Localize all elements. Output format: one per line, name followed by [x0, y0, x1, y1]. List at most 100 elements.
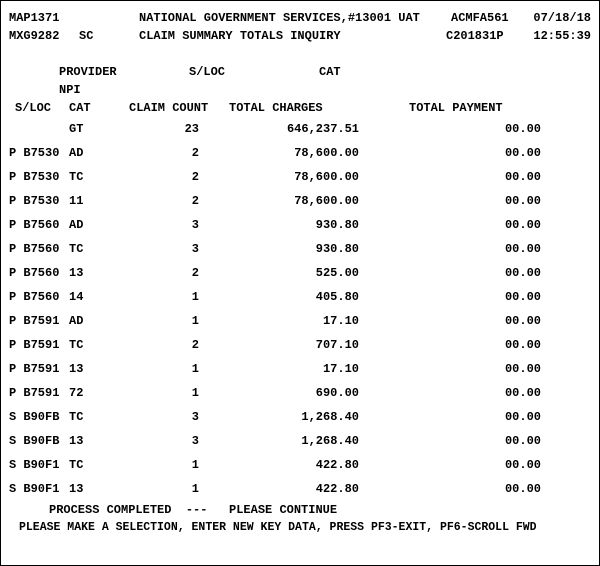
table-row[interactable]: S B90F1TC1422.8000.00 [9, 453, 591, 477]
cell-cat: GT [69, 123, 119, 135]
cell-count: 2 [119, 339, 199, 351]
time-value: 12:55:39 [521, 30, 591, 42]
table-row[interactable]: P B7591AD117.1000.00 [9, 309, 591, 333]
table-row[interactable]: P B7530TC278,600.0000.00 [9, 165, 591, 189]
date-value: 07/18/18 [521, 12, 591, 24]
screen-title: CLAIM SUMMARY TOTALS INQUIRY [139, 30, 446, 42]
table-row[interactable]: P B7560AD3930.8000.00 [9, 213, 591, 237]
cell-payment: 00.00 [359, 243, 591, 255]
cell-sloc: P B7591 [9, 315, 69, 327]
provider-label: PROVIDER [9, 66, 189, 78]
cell-count: 2 [119, 147, 199, 159]
table-row[interactable]: P B759113117.1000.00 [9, 357, 591, 381]
table-row[interactable]: S B90FB1331,268.4000.00 [9, 429, 591, 453]
cell-charges: 17.10 [199, 315, 359, 327]
cell-cat: 13 [69, 435, 119, 447]
col-sloc: S/LOC [9, 102, 69, 114]
cell-payment: 00.00 [359, 171, 591, 183]
screen-id: MAP1371 [9, 12, 139, 24]
cell-count: 1 [119, 363, 199, 375]
header-line-2: MXG9282 SC CLAIM SUMMARY TOTALS INQUIRY … [9, 27, 591, 45]
cell-charges: 930.80 [199, 243, 359, 255]
cell-cat: 14 [69, 291, 119, 303]
cell-cat: TC [69, 411, 119, 423]
table-header: S/LOC CAT CLAIM COUNT TOTAL CHARGES TOTA… [9, 99, 591, 117]
cell-sloc: S B90FB [9, 435, 69, 447]
cell-sloc: S B90F1 [9, 483, 69, 495]
filter-line: PROVIDER S/LOC CAT [9, 63, 591, 81]
table-row[interactable]: GT23646,237.5100.00 [9, 117, 591, 141]
cell-sloc: P B7560 [9, 267, 69, 279]
cell-charges: 1,268.40 [199, 411, 359, 423]
cell-count: 1 [119, 459, 199, 471]
instruction-text: PLEASE MAKE A SELECTION, ENTER NEW KEY D… [19, 522, 537, 534]
cell-charges: 405.80 [199, 291, 359, 303]
cell-charges: 1,268.40 [199, 435, 359, 447]
cell-cat: 13 [69, 363, 119, 375]
table-body: GT23646,237.5100.00P B7530AD278,600.0000… [9, 117, 591, 501]
cell-count: 23 [119, 123, 199, 135]
instruction-line: PLEASE MAKE A SELECTION, ENTER NEW KEY D… [9, 519, 591, 537]
sloc-label: S/LOC [189, 66, 319, 78]
col-total-charges: TOTAL CHARGES [229, 102, 379, 114]
npi-label: NPI [9, 84, 81, 96]
cell-cat: AD [69, 315, 119, 327]
cell-count: 2 [119, 267, 199, 279]
cell-sloc: P B7560 [9, 291, 69, 303]
cell-charges: 930.80 [199, 219, 359, 231]
cell-count: 3 [119, 435, 199, 447]
col-cat: CAT [69, 102, 129, 114]
cell-cat: TC [69, 243, 119, 255]
table-row[interactable]: P B753011278,600.0000.00 [9, 189, 591, 213]
cell-payment: 00.00 [359, 219, 591, 231]
cell-sloc: P B7530 [9, 147, 69, 159]
status-text: PROCESS COMPLETED --- PLEASE CONTINUE [49, 504, 337, 516]
col-total-payment: TOTAL PAYMENT [379, 102, 591, 114]
col-claim-count: CLAIM COUNT [129, 102, 229, 114]
cell-cat: 13 [69, 267, 119, 279]
cell-charges: 78,600.00 [199, 171, 359, 183]
cell-charges: 422.80 [199, 459, 359, 471]
cell-cat: TC [69, 459, 119, 471]
header-line-1: MAP1371 NATIONAL GOVERNMENT SERVICES,#13… [9, 9, 591, 27]
cell-payment: 00.00 [359, 483, 591, 495]
table-row[interactable]: P B7560TC3930.8000.00 [9, 237, 591, 261]
user-id: MXG9282 [9, 30, 79, 42]
table-row[interactable]: P B7560141405.8000.00 [9, 285, 591, 309]
mode-value: SC [79, 30, 139, 42]
cell-payment: 00.00 [359, 387, 591, 399]
cell-payment: 00.00 [359, 339, 591, 351]
cell-payment: 00.00 [359, 411, 591, 423]
cell-count: 3 [119, 243, 199, 255]
cell-sloc: P B7530 [9, 195, 69, 207]
table-row[interactable]: P B7591TC2707.1000.00 [9, 333, 591, 357]
cell-cat: AD [69, 219, 119, 231]
cell-count: 2 [119, 171, 199, 183]
cell-payment: 00.00 [359, 291, 591, 303]
cell-payment: 00.00 [359, 435, 591, 447]
cell-charges: 525.00 [199, 267, 359, 279]
table-row[interactable]: P B7591721690.0000.00 [9, 381, 591, 405]
cell-charges: 17.10 [199, 363, 359, 375]
cell-cat: TC [69, 171, 119, 183]
cell-sloc: P B7591 [9, 339, 69, 351]
cell-payment: 00.00 [359, 267, 591, 279]
cell-charges: 78,600.00 [199, 195, 359, 207]
cell-payment: 00.00 [359, 459, 591, 471]
table-row[interactable]: P B7560132525.0000.00 [9, 261, 591, 285]
cell-sloc: P B7560 [9, 219, 69, 231]
table-row[interactable]: P B7530AD278,600.0000.00 [9, 141, 591, 165]
cell-payment: 00.00 [359, 147, 591, 159]
cell-cat: AD [69, 147, 119, 159]
cell-sloc: P B7560 [9, 243, 69, 255]
table-row[interactable]: S B90FBTC31,268.4000.00 [9, 405, 591, 429]
table-row[interactable]: S B90F1131422.8000.00 [9, 477, 591, 501]
cell-sloc: S B90FB [9, 411, 69, 423]
cell-payment: 00.00 [359, 195, 591, 207]
cell-charges: 78,600.00 [199, 147, 359, 159]
cell-payment: 00.00 [359, 363, 591, 375]
cell-count: 3 [119, 411, 199, 423]
cell-sloc: P B7591 [9, 387, 69, 399]
cat-label: CAT [319, 66, 591, 78]
org-title: NATIONAL GOVERNMENT SERVICES,#13001 UAT [139, 12, 451, 24]
